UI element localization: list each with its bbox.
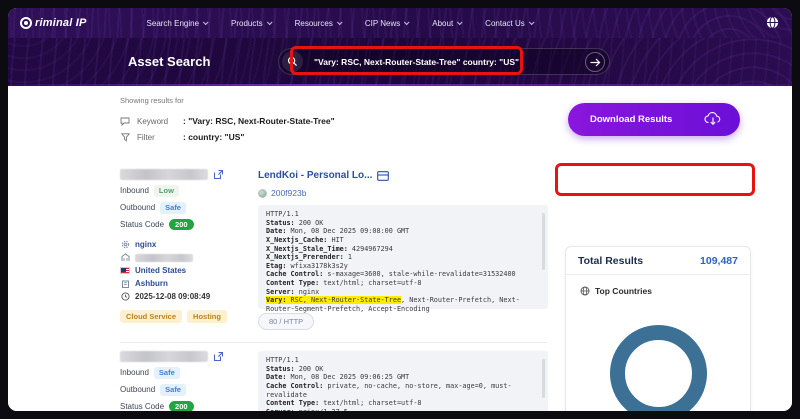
outbound-score-badge: Safe (160, 202, 186, 214)
nav-item-resources[interactable]: Resources (295, 19, 341, 28)
us-flag-icon (120, 267, 130, 274)
status-code-label: Status Code (120, 402, 164, 411)
inbound-score-badge: Safe (154, 367, 180, 379)
keyword-bubble-icon (120, 117, 130, 126)
filter-row: Filter : country: "US" (120, 132, 244, 142)
port-protocol-badge[interactable]: 80 / HTTP (258, 313, 314, 330)
total-results-header: Total Results 109,487 (566, 247, 750, 275)
nav-menu: Search Engine Products Resources CIP New… (147, 19, 533, 28)
criminal-ip-logo[interactable]: riminal IP (20, 17, 87, 29)
inbound-score-badge: Low (154, 185, 179, 197)
top-nav: riminal IP Search Engine Products Resour… (8, 8, 792, 38)
search-query-text[interactable]: "Vary: RSC, Next-Router-State-Tree" coun… (314, 57, 519, 67)
filter-funnel-icon (120, 133, 130, 142)
gear-icon (120, 240, 130, 249)
download-results-button[interactable]: Download Results (568, 103, 740, 136)
chevron-down-icon (457, 19, 463, 25)
redacted-ip (120, 169, 208, 180)
search-icon (282, 51, 303, 72)
result-2-http-banner[interactable]: HTTP/1.1Status: 200 OKDate: Mon, 08 Dec … (258, 351, 548, 411)
outbound-score-badge: Safe (160, 384, 186, 396)
showing-results-label: Showing results for (120, 96, 184, 105)
top-countries-row: Top Countries (580, 286, 750, 296)
top-countries-donut-chart[interactable] (610, 325, 707, 411)
external-link-icon[interactable] (213, 169, 224, 180)
status-code-badge: 200 (169, 219, 194, 231)
total-results-value: 109,487 (700, 255, 738, 267)
chevron-down-icon (203, 19, 209, 25)
search-submit-button[interactable] (585, 52, 605, 72)
favicon-hash[interactable]: 200f923b (271, 188, 306, 198)
redacted-ip (120, 351, 208, 362)
total-results-card: Total Results 109,487 Top Countries Unit… (565, 246, 751, 411)
keyword-label: Keyword (137, 117, 183, 126)
scan-timestamp: 2025-12-08 09:08:49 (135, 292, 210, 301)
favicon-icon (258, 189, 267, 198)
favicon-hash-row: 200f923b (258, 188, 306, 198)
logo-icon (20, 17, 32, 29)
inbound-label: Inbound (120, 186, 149, 195)
country-value: United States (135, 266, 186, 275)
page-title: Asset Search (128, 54, 210, 69)
nav-item-search-engine[interactable]: Search Engine (147, 19, 207, 28)
external-link-icon[interactable] (213, 351, 224, 362)
result-1-http-banner[interactable]: HTTP/1.1Status: 200 OKDate: Mon, 08 Dec … (258, 205, 548, 309)
clock-icon (120, 292, 130, 301)
chevron-down-icon (404, 19, 410, 25)
nav-item-cip-news[interactable]: CIP News (365, 19, 408, 28)
result-2-summary: InboundSafe OutboundSafe Status Code200 … (120, 351, 255, 411)
screenshot-frame: riminal IP Search Engine Products Resour… (0, 0, 800, 419)
browser-window: riminal IP Search Engine Products Resour… (8, 8, 792, 411)
redacted-hostname (135, 254, 193, 262)
inbound-label: Inbound (120, 368, 149, 377)
keyword-row: Keyword : "Vary: RSC, Next-Router-State-… (120, 116, 335, 126)
chevron-down-icon (337, 19, 343, 25)
tag-cloud-service: Cloud Service (120, 310, 182, 323)
tag-hosting: Hosting (187, 310, 227, 323)
result-tags: Cloud Service Hosting (120, 310, 255, 323)
nav-item-contact-us[interactable]: Contact Us (485, 19, 533, 28)
result-divider (120, 342, 547, 343)
top-countries-label: Top Countries (595, 286, 652, 296)
search-bar[interactable]: "Vary: RSC, Next-Router-State-Tree" coun… (278, 48, 610, 75)
server-value: nginx (135, 240, 156, 249)
status-code-label: Status Code (120, 220, 164, 229)
nav-item-products[interactable]: Products (231, 19, 271, 28)
asset-search-hero: Asset Search "Vary: RSC, Next-Router-Sta… (8, 38, 792, 86)
result-1-title[interactable]: LendKoi - Personal Lo... (258, 170, 389, 181)
outbound-label: Outbound (120, 203, 155, 212)
chevron-down-icon (266, 19, 272, 25)
screenshot-icon[interactable] (377, 171, 389, 181)
filter-label: Filter (137, 133, 183, 142)
city-value: Ashburn (135, 279, 168, 288)
result-1-summary: Inbound Low Outbound Safe Status Code 200 n… (120, 169, 255, 323)
logo-text: riminal IP (35, 17, 87, 29)
chevron-down-icon (529, 19, 535, 25)
total-results-label: Total Results (578, 255, 643, 267)
nav-item-about[interactable]: About (432, 19, 461, 28)
filter-value: : country: "US" (183, 132, 244, 142)
outbound-label: Outbound (120, 385, 155, 394)
cloud-download-icon (704, 111, 722, 126)
organization-icon (120, 253, 130, 262)
language-globe-icon[interactable] (766, 16, 779, 29)
globe-icon (580, 286, 590, 296)
status-code-badge: 200 (169, 401, 194, 412)
city-building-icon (120, 279, 130, 288)
keyword-value: : "Vary: RSC, Next-Router-State-Tree" (183, 116, 335, 126)
